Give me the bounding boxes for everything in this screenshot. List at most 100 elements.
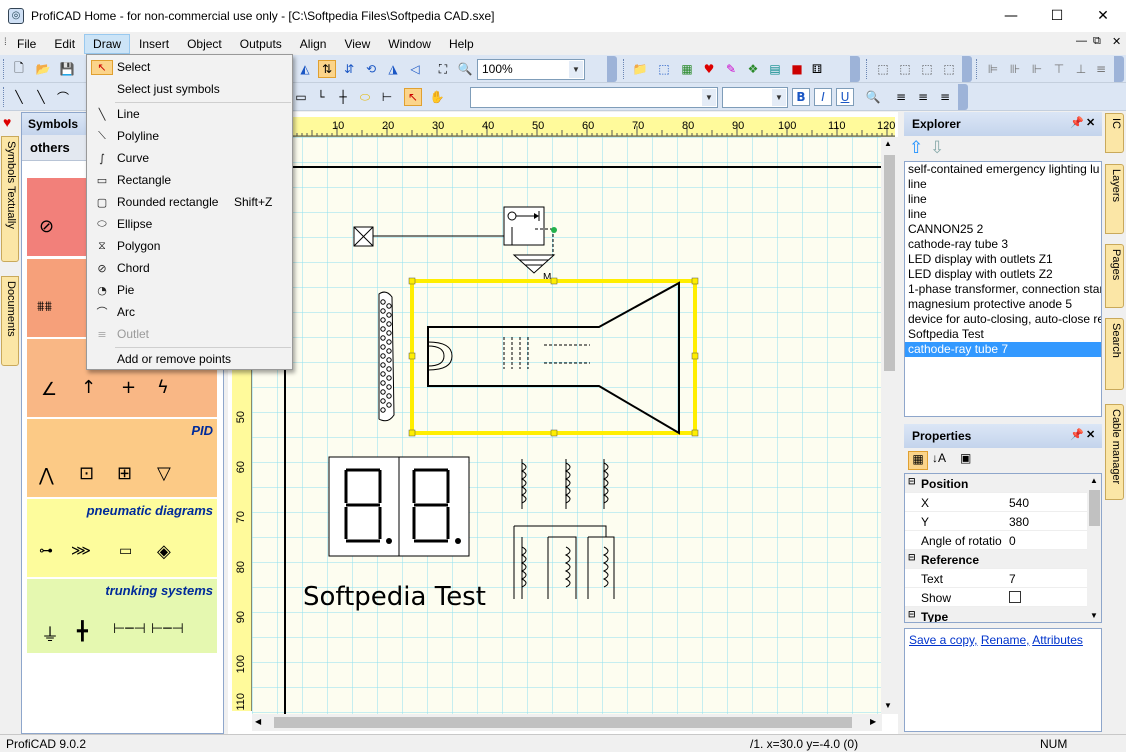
tab-pages[interactable]: Pages <box>1105 244 1124 308</box>
dice-icon[interactable]: ⚅ <box>808 60 826 78</box>
menu-item-line[interactable]: ╲ Line <box>87 103 292 125</box>
align-middle-icon[interactable]: ⊥ <box>1072 60 1090 78</box>
pneumatic-spring-icon[interactable]: ⋙ <box>71 543 91 559</box>
menu-item-add-remove-points[interactable]: Add or remove points <box>87 348 292 370</box>
maximize-button[interactable]: ☐ <box>1034 0 1080 32</box>
trunking-line2-icon[interactable]: ⊢─⊣ <box>151 621 184 637</box>
property-angle[interactable]: Angle of rotatio 0 <box>905 531 1087 550</box>
explorer-item[interactable]: Softpedia Test <box>905 327 1101 342</box>
arrow-down-icon[interactable]: ⇩ <box>930 138 944 158</box>
scroll-up-icon[interactable]: ▲ <box>884 139 892 148</box>
property-text-value[interactable]: 7 <box>1009 572 1016 586</box>
mdi-close-icon[interactable]: ✕ <box>1112 35 1121 48</box>
mirror-icon[interactable]: ◭ <box>296 60 314 78</box>
menu-item-curve[interactable]: ∫ Curve <box>87 147 292 169</box>
align-left-icon[interactable]: ⊫ <box>984 60 1002 78</box>
menu-edit[interactable]: Edit <box>45 34 84 54</box>
colors-icon[interactable]: ■ <box>788 60 806 78</box>
text-align-right-icon[interactable]: ≡ <box>936 88 954 106</box>
text-align-center-icon[interactable]: ≡ <box>914 88 932 106</box>
collapse-icon[interactable]: ⊟ <box>908 610 916 620</box>
menu-item-chord[interactable]: ⊘ Chord <box>87 257 292 279</box>
label-tool-icon[interactable]: ⬭ <box>356 88 374 106</box>
properties-scrollbar[interactable]: ▲ ▼ <box>1087 474 1101 622</box>
open-folder-icon[interactable]: 📂 <box>34 60 52 78</box>
zoom-icon[interactable]: 🔍 <box>456 60 474 78</box>
minimize-button[interactable]: — <box>988 0 1034 32</box>
menu-item-arc[interactable]: ⌒ Arc <box>87 301 292 323</box>
menu-draw[interactable]: Draw <box>84 33 131 54</box>
property-group-reference[interactable]: ⊟ Reference <box>905 550 1087 569</box>
menu-object[interactable]: Object <box>178 34 231 54</box>
explorer-item[interactable]: device for auto-closing, auto-close re <box>905 312 1101 327</box>
book-icon[interactable]: ▤ <box>766 60 784 78</box>
underline-icon[interactable]: U <box>836 88 854 106</box>
menu-insert[interactable]: Insert <box>130 34 178 54</box>
menu-view[interactable]: View <box>335 34 379 54</box>
mdi-minimize-icon[interactable]: — <box>1076 35 1087 47</box>
collapse-icon[interactable]: ⊟ <box>908 553 916 563</box>
flip-vertical-icon[interactable]: ⇵ <box>340 60 358 78</box>
tab-cable-manager[interactable]: Cable manager <box>1105 404 1124 500</box>
scroll-down-icon[interactable]: ▼ <box>884 701 892 710</box>
select-all-icon[interactable]: ⬚ <box>655 60 673 78</box>
app-icon[interactable]: ◎ <box>8 8 24 24</box>
show-checkbox[interactable] <box>1009 591 1021 603</box>
favorites-heart-icon[interactable]: ♥ <box>700 60 718 78</box>
drawing-canvas[interactable]: M Softpedia Test <box>252 137 882 714</box>
vertical-scrollbar[interactable]: ▲ ▼ <box>881 137 898 714</box>
explorer-item[interactable]: line <box>905 207 1101 222</box>
favorites-heart-icon[interactable]: ♥ <box>3 114 11 130</box>
fit-page-icon[interactable]: ⛶ <box>434 60 452 78</box>
layers-icon[interactable]: ❖ <box>744 60 762 78</box>
angle-symbol-icon[interactable]: ∠ <box>41 379 57 400</box>
mdi-restore-icon[interactable]: ⧉ <box>1093 35 1101 48</box>
scroll-thumb[interactable] <box>274 717 852 728</box>
pin-icon[interactable]: 📌 <box>1070 116 1084 129</box>
pin-icon[interactable]: 📌 <box>1070 428 1084 441</box>
scroll-thumb[interactable] <box>1089 490 1100 526</box>
bold-icon[interactable]: B <box>792 88 810 106</box>
font-size-select[interactable]: ▼ <box>722 87 788 108</box>
arrow-up-icon[interactable]: ↑ <box>81 377 96 398</box>
menu-item-rectangle[interactable]: ▭ Rectangle <box>87 169 292 191</box>
trunking-cross-icon[interactable]: ╋ <box>77 621 88 642</box>
rename-link[interactable]: Rename, <box>981 633 1030 647</box>
align-top-icon[interactable]: ⊤ <box>1050 60 1068 78</box>
led-display-symbol[interactable] <box>328 456 470 557</box>
explorer-item[interactable]: 1-phase transformer, connection star <box>905 282 1101 297</box>
scroll-thumb[interactable] <box>884 155 895 371</box>
menu-item-ellipse[interactable]: ⬭ Ellipse <box>87 213 292 235</box>
menu-help[interactable]: Help <box>440 34 483 54</box>
curve-tool-icon[interactable]: ⌒ <box>54 88 72 106</box>
property-group-type[interactable]: ⊟ Type <box>905 607 1087 622</box>
align-frame-icon[interactable]: ⬚ <box>874 60 892 78</box>
close-button[interactable]: ✕ <box>1080 0 1126 32</box>
pid-valve-icon[interactable]: ⋀ <box>39 465 54 486</box>
align-right-icon[interactable]: ⊩ <box>1028 60 1046 78</box>
menu-item-polygon[interactable]: ⧖ Polygon <box>87 235 292 257</box>
arrow-up-icon[interactable]: ⇧ <box>909 138 923 158</box>
pneumatic-cylinder-icon[interactable]: ⊶ <box>39 543 53 559</box>
property-group-position[interactable]: ⊟ Position <box>905 474 1087 493</box>
hand-pan-icon[interactable]: ✋ <box>428 88 446 106</box>
tab-ic[interactable]: IC <box>1105 113 1124 153</box>
explorer-item[interactable]: cathode-ray tube 3 <box>905 237 1101 252</box>
explorer-item[interactable]: self-contained emergency lighting lu <box>905 162 1101 177</box>
scroll-right-icon[interactable]: ▶ <box>870 717 876 726</box>
wire-tool-icon[interactable]: └ <box>312 88 330 106</box>
align-center-icon[interactable]: ⊪ <box>1006 60 1024 78</box>
horizontal-scrollbar[interactable]: ◀ ▶ <box>252 714 882 731</box>
italic-icon[interactable]: I <box>814 88 832 106</box>
plus-symbol-icon[interactable]: + <box>121 377 136 398</box>
text-align-left-icon[interactable]: ≡ <box>892 88 910 106</box>
pid-tank-icon[interactable]: ▽ <box>157 463 171 484</box>
properties-icon[interactable]: ✎ <box>722 60 740 78</box>
align-frame3-icon[interactable]: ⬚ <box>918 60 936 78</box>
explorer-item[interactable]: LED display with outlets Z1 <box>905 252 1101 267</box>
font-family-select[interactable]: ▼ <box>470 87 718 108</box>
rect-tool-icon[interactable]: ▭ <box>292 88 310 106</box>
property-show[interactable]: Show <box>905 588 1087 607</box>
property-text[interactable]: Text 7 <box>905 569 1087 588</box>
menu-outputs[interactable]: Outputs <box>231 34 291 54</box>
